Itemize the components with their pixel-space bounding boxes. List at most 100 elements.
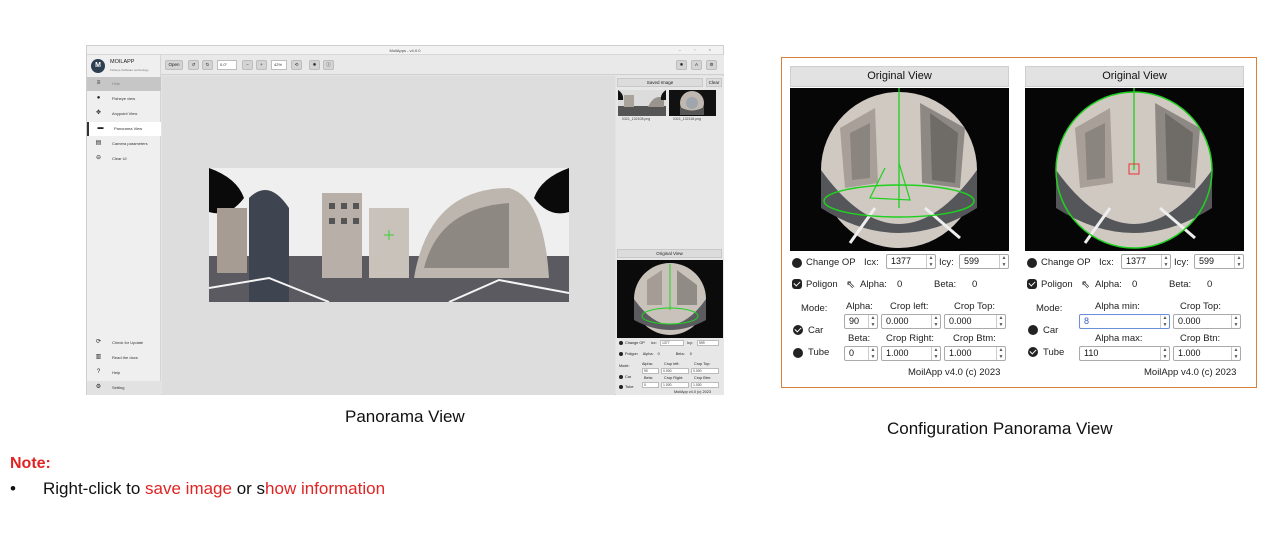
mini-crop-right-head: Crop Right: bbox=[664, 376, 684, 380]
sidebar-item-read-docs[interactable]: ▥ Read the docs bbox=[87, 351, 161, 365]
sidebar-item-setting[interactable]: ⚙ Setting bbox=[87, 381, 161, 395]
sidebar-item-fisheye-view[interactable]: ● Fisheye view bbox=[87, 92, 161, 106]
saved-thumbnail-2[interactable] bbox=[669, 90, 716, 116]
alpha-max-head: Alpha max: bbox=[1095, 333, 1143, 344]
rotate-right-icon[interactable]: ↻ bbox=[202, 60, 213, 70]
thumbnail-1-image bbox=[618, 90, 666, 116]
alpha-spinbox[interactable]: 90 ▲ ▼ bbox=[844, 314, 878, 329]
sidebar-item-help[interactable]: ? Help bbox=[87, 366, 161, 380]
crop-left-spinbox[interactable]: 0.000 ▲ ▼ bbox=[881, 314, 941, 329]
poligon-checkbox[interactable] bbox=[792, 279, 802, 289]
sidebar-item-anypoint-view[interactable]: ✥ Anypoint View bbox=[87, 107, 161, 121]
window-titlebar: MoilApps - v4.0.0 – ▫ × bbox=[87, 46, 723, 55]
mini-icy-input[interactable]: 599 bbox=[697, 340, 719, 346]
fisheye-icon: ● bbox=[96, 95, 101, 101]
crop-right-spinbox[interactable]: 1.000 ▲ ▼ bbox=[881, 346, 941, 361]
mini-change-op-row: Change OP Icx: bbox=[619, 341, 657, 345]
zoom-out-icon[interactable]: − bbox=[242, 60, 253, 70]
icx-label: Icx: bbox=[1099, 257, 1114, 268]
original-view-header: Original View bbox=[1025, 66, 1244, 87]
minus-circle-icon: ⊖ bbox=[95, 155, 102, 161]
rotate-left-icon[interactable]: ↺ bbox=[188, 60, 199, 70]
open-button[interactable]: Open bbox=[165, 60, 183, 70]
saved-thumbnail-1-label: 0321_132108.png bbox=[622, 117, 651, 121]
change-op-checkbox[interactable] bbox=[792, 258, 802, 268]
icy-spinbox[interactable]: 599 ▲ ▼ bbox=[1194, 254, 1244, 269]
screenshot-icon[interactable]: ✺ bbox=[309, 60, 320, 70]
icy-spinbox[interactable]: 599 ▲ ▼ bbox=[959, 254, 1009, 269]
zoom-in-icon[interactable]: + bbox=[256, 60, 267, 70]
mini-alpha-input[interactable]: 90 bbox=[642, 368, 659, 374]
poligon-checkbox[interactable] bbox=[1027, 279, 1037, 289]
panorama-icon: ▬ bbox=[97, 125, 104, 131]
crop-top-spinbox[interactable]: 0.000 ▲ ▼ bbox=[1173, 314, 1241, 329]
mini-beta-head: Beta: bbox=[644, 376, 653, 380]
help-icon: ? bbox=[96, 369, 101, 375]
sidebar-item-camera-parameters[interactable]: ▤ Camera parameters bbox=[87, 137, 161, 151]
poligon-checkbox[interactable] bbox=[619, 352, 623, 356]
crop-top-spinbox[interactable]: 0.000 ▲ ▼ bbox=[944, 314, 1006, 329]
alpha-head: Alpha: bbox=[846, 301, 873, 312]
tube-radio[interactable] bbox=[793, 348, 803, 358]
alpha-min-spinbox[interactable]: 8 ▲ ▼ bbox=[1079, 314, 1170, 329]
crop-btm-spinbox[interactable]: 1.000 ▲ ▼ bbox=[944, 346, 1006, 361]
mode-label: Mode: bbox=[801, 303, 828, 314]
change-op-checkbox[interactable] bbox=[1027, 258, 1037, 268]
show-information-text: how information bbox=[265, 479, 386, 498]
bullet-icon: • bbox=[10, 479, 16, 498]
fisheye-original-image[interactable] bbox=[790, 88, 1009, 251]
crop-btn-spinbox[interactable]: 1.000 ▲ ▼ bbox=[1173, 346, 1241, 361]
caption-configuration-panorama-view: Configuration Panorama View bbox=[887, 419, 1113, 438]
icx-spinbox[interactable]: 1377 ▲ ▼ bbox=[886, 254, 936, 269]
sidebar-item-clear-ui[interactable]: ⊖ Clear UI bbox=[87, 152, 161, 166]
change-op-checkbox[interactable] bbox=[619, 341, 623, 345]
main-view-area bbox=[162, 76, 615, 395]
rotation-value[interactable]: 0.0° bbox=[217, 60, 237, 70]
icx-spinbox[interactable]: 1377 ▲ ▼ bbox=[1121, 254, 1171, 269]
mini-crop-right-input[interactable]: 1.000 bbox=[661, 382, 689, 388]
car-radio[interactable] bbox=[1028, 325, 1038, 335]
mini-crop-left-input[interactable]: 0.000 bbox=[661, 368, 689, 374]
sidebar-item-hide[interactable]: ≡ Hide bbox=[87, 77, 161, 91]
book-icon: ▥ bbox=[95, 354, 102, 360]
tube-label: Tube bbox=[808, 347, 830, 358]
crop-btn-head: Crop Btn: bbox=[1180, 333, 1221, 344]
info-icon[interactable]: ⓘ bbox=[323, 60, 334, 70]
mini-fisheye-scene bbox=[617, 260, 723, 338]
theme-icon[interactable]: ✹ bbox=[676, 60, 687, 70]
fisheye-original-image[interactable] bbox=[1025, 88, 1244, 251]
mini-car-radio[interactable]: Car bbox=[619, 375, 631, 379]
alpha-max-spinbox[interactable]: 110 ▲ ▼ bbox=[1079, 346, 1170, 361]
mini-crop-top-input[interactable]: 0.000 bbox=[691, 368, 719, 374]
panorama-image[interactable] bbox=[209, 168, 569, 302]
mini-crop-btm-input[interactable]: 1.000 bbox=[691, 382, 719, 388]
app-window-screenshot: MoilApps - v4.0.0 – ▫ × M MOILAPP Fishey… bbox=[86, 45, 724, 395]
saved-thumbnail-1[interactable] bbox=[618, 90, 666, 116]
mini-beta-input[interactable]: 0 bbox=[642, 382, 659, 388]
mini-tube-radio[interactable]: Tube bbox=[619, 385, 634, 389]
car-radio[interactable] bbox=[793, 325, 803, 335]
sidebar-item-panorama-view[interactable]: ▬ Panorama View bbox=[87, 122, 161, 136]
change-op-label: Change OP bbox=[1041, 257, 1091, 268]
settings-small-icon[interactable]: ⚙ bbox=[706, 60, 717, 70]
zoom-value[interactable]: 42% bbox=[271, 60, 287, 70]
panorama-scene bbox=[209, 168, 569, 302]
tube-radio[interactable] bbox=[1028, 347, 1038, 357]
note-line: • Right-click to save image or show infor… bbox=[10, 479, 385, 499]
mini-icx-input[interactable]: 1377 bbox=[660, 340, 684, 346]
mini-fisheye-image[interactable] bbox=[617, 260, 723, 338]
mini-alpha-head: Alpha: bbox=[642, 362, 653, 366]
mini-crop-top-head: Crop Top: bbox=[694, 362, 711, 366]
window-controls[interactable]: – ▫ × bbox=[679, 47, 717, 52]
sidebar-item-check-update[interactable]: ⟳ Check for Update bbox=[87, 336, 161, 350]
icy-label: Icy: bbox=[1174, 257, 1189, 268]
saved-thumbnail-2-label: 0321_132118.png bbox=[673, 117, 701, 121]
window-title: MoilApps - v4.0.0 bbox=[389, 48, 421, 53]
anypoint-icon: ✥ bbox=[95, 110, 102, 116]
reset-view-icon[interactable]: ⟲ bbox=[291, 60, 302, 70]
icx-label: Icx: bbox=[864, 257, 879, 268]
clear-button[interactable]: Clear bbox=[706, 78, 722, 87]
mini-crop-btm-head: Crop Btm: bbox=[694, 376, 712, 380]
beta-spinbox[interactable]: 0 ▲ ▼ bbox=[844, 346, 878, 361]
font-size-icon[interactable]: A bbox=[691, 60, 702, 70]
